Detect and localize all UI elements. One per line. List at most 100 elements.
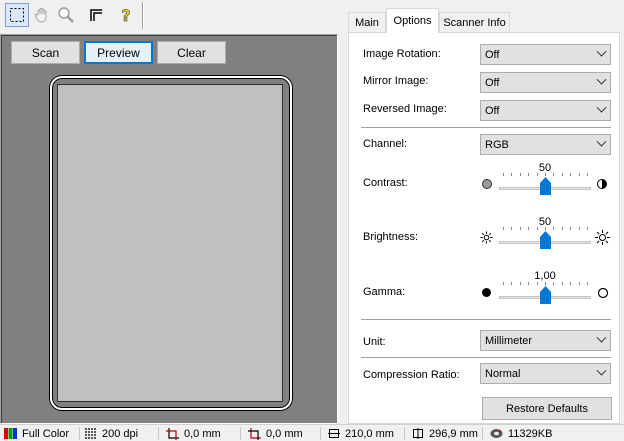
help-tool[interactable]: ? — [114, 3, 138, 27]
width-text: 210,0 mm — [345, 427, 394, 440]
height-text: 296,9 mm — [429, 427, 478, 440]
tab-options[interactable]: Options — [386, 8, 439, 33]
contrast-high-icon — [597, 179, 607, 189]
help-question-icon: ? — [121, 6, 131, 24]
slider-thumb[interactable] — [540, 286, 551, 304]
unit-label: Unit: — [363, 336, 386, 348]
slider-tick — [579, 173, 580, 176]
slider-tick — [587, 227, 588, 230]
slider-tick — [570, 173, 571, 176]
slider-tick — [520, 227, 521, 230]
channel-value: RGB — [485, 138, 509, 151]
mirror-image-value: Off — [485, 76, 500, 89]
slider-tick — [570, 227, 571, 230]
slider-thumb[interactable] — [540, 231, 551, 249]
slider-tick — [545, 282, 546, 285]
contrast-label: Contrast: — [363, 177, 408, 189]
brightness-low-icon — [480, 231, 493, 244]
image-rotation-value: Off — [485, 48, 500, 61]
status-resolution: 200 dpi — [85, 425, 138, 441]
brightness-label: Brightness: — [363, 231, 419, 243]
reversed-image-select[interactable]: Off — [480, 100, 611, 121]
chevron-down-icon — [596, 136, 607, 147]
brightness-high-icon — [595, 230, 610, 245]
chevron-down-icon — [596, 365, 607, 376]
slider-tick — [545, 173, 546, 176]
width-icon — [328, 429, 340, 438]
slider-tick — [553, 282, 554, 285]
status-divider — [158, 427, 159, 440]
slider-tick — [537, 173, 538, 176]
status-width: 210,0 mm — [328, 425, 394, 441]
preview-pane[interactable]: Scan Preview Clear — [0, 34, 338, 424]
tab-scanner-info[interactable]: Scanner Info — [439, 12, 510, 32]
y-offset-text: 0,0 mm — [266, 427, 303, 440]
slider-tick — [570, 282, 571, 285]
slider-tick — [511, 227, 512, 230]
status-divider — [240, 427, 241, 440]
image-rotation-label: Image Rotation: — [363, 48, 441, 60]
preview-button[interactable]: Preview — [84, 41, 153, 64]
scan-preview-image[interactable] — [57, 84, 283, 402]
gamma-slider[interactable] — [499, 280, 591, 304]
slider-tick — [562, 173, 563, 176]
zoom-tool[interactable] — [54, 3, 78, 27]
mirror-image-label: Mirror Image: — [363, 75, 429, 87]
gamma-dark-icon — [482, 288, 491, 297]
status-divider — [482, 427, 483, 440]
mirror-image-select[interactable]: Off — [480, 72, 611, 93]
divider — [361, 357, 611, 359]
slider-tick — [579, 227, 580, 230]
slider-tick — [511, 173, 512, 176]
contrast-slider[interactable] — [499, 171, 591, 195]
slider-tick — [528, 173, 529, 176]
chevron-down-icon — [596, 102, 607, 113]
color-mode-text: Full Color — [22, 427, 70, 440]
tool-group: ? — [2, 2, 143, 29]
marquee-select-tool[interactable] — [5, 3, 29, 27]
compression-ratio-select[interactable]: Normal — [480, 363, 611, 384]
clear-button[interactable]: Clear — [157, 41, 226, 64]
unit-select[interactable]: Millimeter — [480, 330, 611, 351]
slider-tick — [537, 282, 538, 285]
corner-origin-tool[interactable] — [84, 3, 108, 27]
zoom-magnifier-icon — [58, 7, 74, 23]
slider-tick — [503, 173, 504, 176]
slider-tick — [503, 227, 504, 230]
tab-main[interactable]: Main — [348, 12, 386, 32]
brightness-slider[interactable] — [499, 225, 591, 249]
disk-size-icon — [490, 429, 503, 438]
status-y-offset: 0,0 mm — [248, 425, 303, 441]
chevron-down-icon — [596, 74, 607, 85]
slider-tick — [579, 282, 580, 285]
image-rotation-select[interactable]: Off — [480, 44, 611, 65]
divider — [361, 319, 611, 321]
chevron-down-icon — [596, 332, 607, 343]
status-file-size: 11329KB — [490, 425, 552, 441]
svg-text:?: ? — [121, 6, 130, 24]
height-icon — [413, 428, 423, 439]
slider-tick — [520, 173, 521, 176]
status-bar: Full Color 200 dpi 0,0 mm 0,0 mm 210,0 m… — [0, 424, 624, 441]
gamma-light-icon — [597, 287, 609, 299]
channel-select[interactable]: RGB — [480, 134, 611, 155]
hand-pan-tool[interactable] — [30, 3, 54, 27]
resolution-grid-icon — [85, 428, 96, 439]
unit-value: Millimeter — [485, 334, 533, 347]
status-divider — [79, 427, 80, 440]
hand-pan-icon — [34, 8, 47, 23]
toolbar: ? — [0, 0, 340, 32]
restore-defaults-button[interactable]: Restore Defaults — [482, 397, 612, 420]
contrast-low-icon — [482, 179, 492, 189]
x-offset-icon — [166, 427, 179, 440]
reversed-image-value: Off — [485, 104, 500, 117]
file-size-text: 11329KB — [508, 427, 553, 440]
scan-button[interactable]: Scan — [11, 41, 80, 64]
status-height: 296,9 mm — [412, 425, 478, 441]
color-mode-icon — [4, 428, 17, 439]
compression-ratio-label: Compression Ratio: — [363, 369, 460, 381]
gamma-label: Gamma: — [363, 286, 406, 298]
slider-thumb[interactable] — [540, 177, 551, 195]
options-panel: Image Rotation: Off Mirror Image: Off Re… — [348, 32, 620, 424]
slider-tick — [537, 227, 538, 230]
